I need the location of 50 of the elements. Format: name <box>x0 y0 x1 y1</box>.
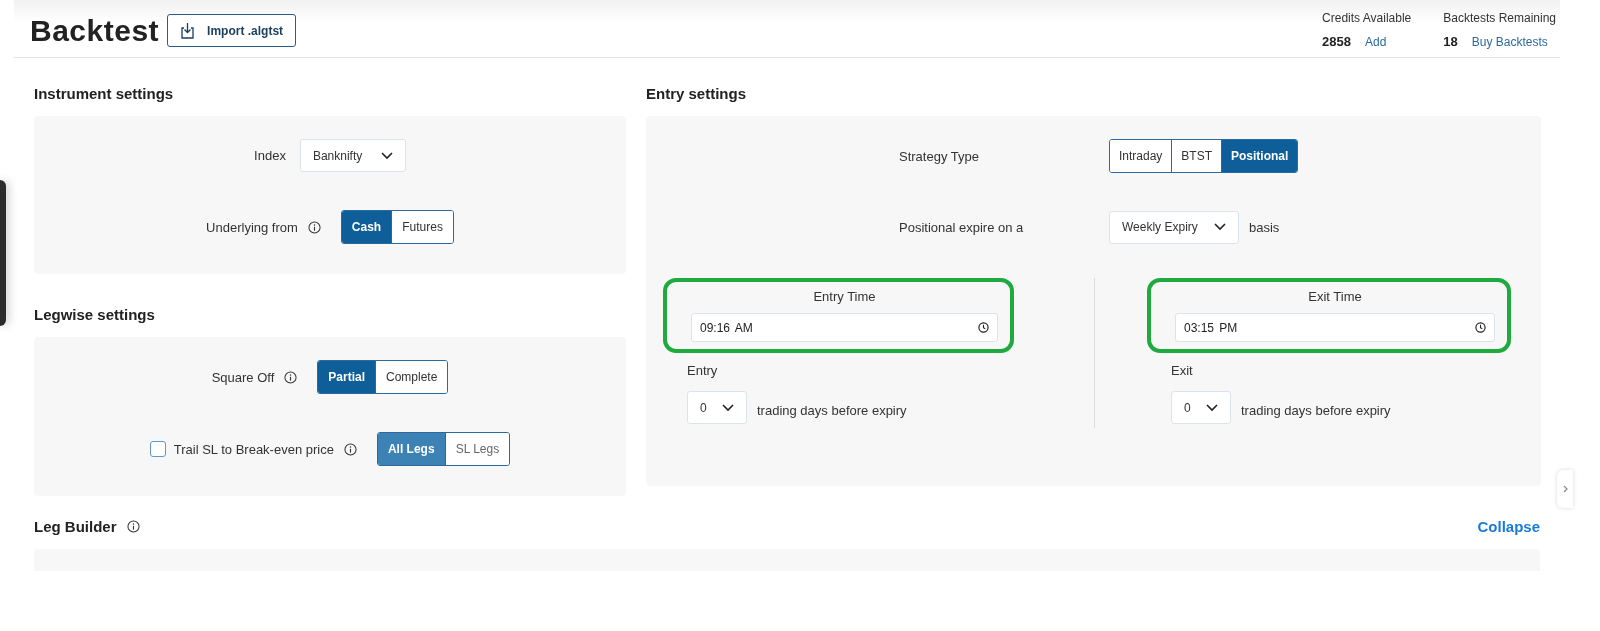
chevron-down-icon <box>1214 223 1226 231</box>
section-title: Entry settings <box>646 85 748 102</box>
import-icon <box>180 22 196 39</box>
days-text: trading days before expiry <box>1241 403 1391 418</box>
segment-option[interactable]: All Legs <box>377 433 445 465</box>
chevron-right-icon <box>1562 485 1568 493</box>
side-handle[interactable] <box>0 180 6 326</box>
field-label: Strategy Type <box>899 148 980 164</box>
clock-icon <box>978 322 989 333</box>
time-label: Entry Time <box>813 289 876 304</box>
time-field[interactable]: 03:15 PM <box>1175 313 1495 342</box>
page-title: Backtest <box>30 13 160 48</box>
expiry-dropdown[interactable]: Weekly Expiry <box>1109 210 1239 244</box>
checkbox-label: Trail SL to Break-even price <box>173 441 334 457</box>
checkbox[interactable] <box>149 441 166 457</box>
stat-link[interactable]: Buy Backtests <box>1471 34 1548 49</box>
segment-option[interactable]: Complete <box>375 361 448 393</box>
segment-option[interactable]: SL Legs <box>444 433 510 465</box>
field-label: Index <box>254 148 286 163</box>
section-title: Legwise settings <box>34 306 156 323</box>
stat-link[interactable]: Add <box>1365 34 1387 49</box>
stat-value: 18 <box>1443 33 1458 49</box>
side-tab[interactable] <box>1557 470 1573 508</box>
segment-option[interactable]: Futures <box>391 211 453 243</box>
segment-option[interactable]: Cash <box>341 211 392 243</box>
stat-label: Backtests Remaining <box>1443 10 1556 25</box>
days-text: trading days before expiry <box>757 403 907 418</box>
segment-option[interactable]: Partial <box>318 361 375 393</box>
chevron-down-icon <box>1206 403 1218 412</box>
field-label: Positional expire on a <box>899 219 1025 235</box>
index-dropdown[interactable]: Banknifty <box>299 139 406 172</box>
clock-icon <box>1475 322 1486 333</box>
chevron-down-icon <box>380 151 393 160</box>
chevron-down-icon <box>722 403 734 412</box>
days-dropdown[interactable]: 0 <box>687 391 747 424</box>
days-dropdown[interactable]: 0 <box>1171 391 1231 424</box>
field-label: Entry <box>687 363 719 378</box>
section-title: Leg Builder <box>34 518 117 535</box>
field-label: Exit <box>1171 363 1194 378</box>
time-field[interactable]: 09:16 AM <box>691 313 998 342</box>
field-label: Square Off <box>211 369 275 385</box>
field-label: Underlying from <box>206 219 298 235</box>
stat-value: 2858 <box>1322 33 1352 49</box>
time-label: Exit Time <box>1308 289 1362 304</box>
stat-label: Credits Available <box>1322 10 1412 25</box>
collapse-link[interactable]: Collapse <box>1477 518 1540 535</box>
suffix-text: basis <box>1249 219 1280 235</box>
import-button[interactable]: Import .algtst <box>167 14 297 47</box>
section-title: Instrument settings <box>34 85 175 102</box>
segment-option[interactable]: Positional <box>1221 140 1298 172</box>
